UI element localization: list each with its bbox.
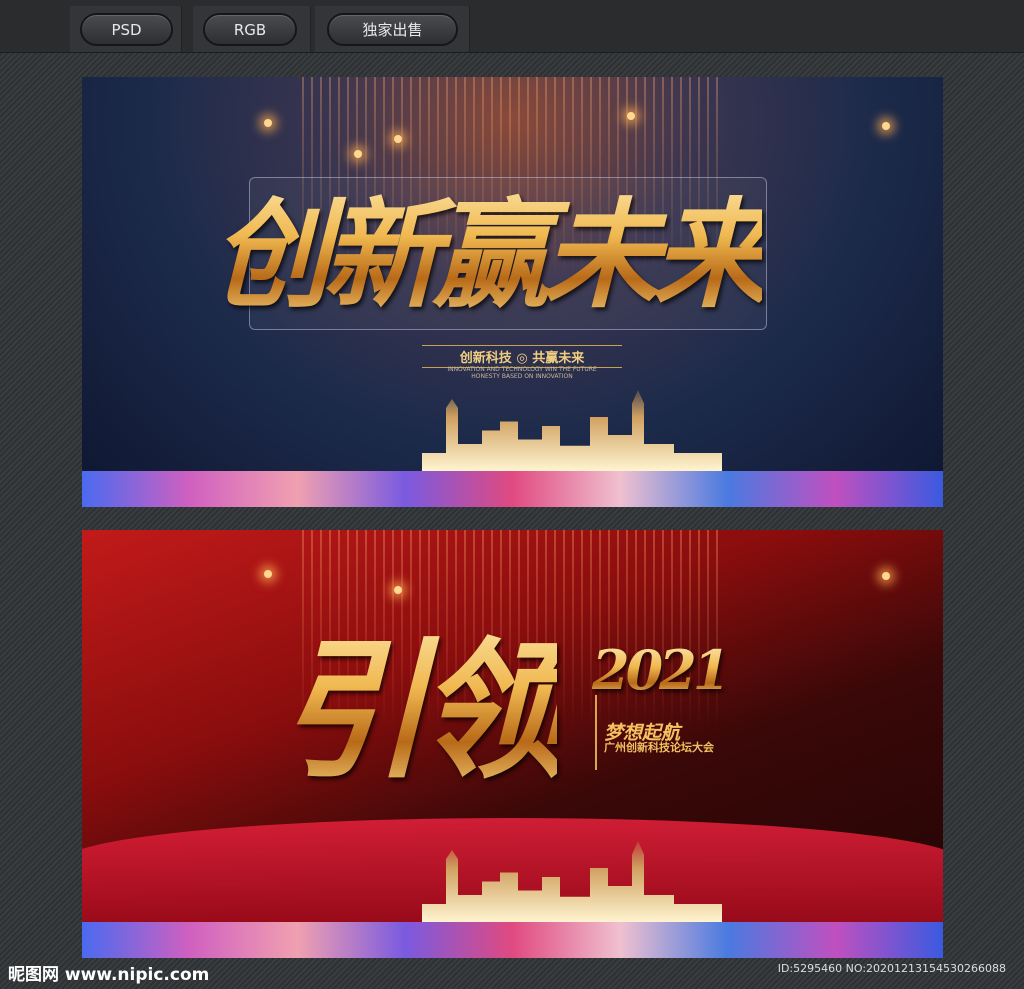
psd-button[interactable]: PSD (80, 13, 173, 46)
banner-subtitle: 创新科技 ◎ 共赢未来 (422, 345, 622, 368)
english-line-1: INNOVATION AND TECHNOLOGY WIN THE FUTURE (447, 366, 597, 373)
year-text: 2021 (592, 638, 730, 702)
image-id: ID:5295460 NO:20201213154530266088 (777, 962, 1006, 975)
light-dot (627, 112, 635, 120)
banner-title: 创新赢未来 (212, 159, 770, 330)
light-dot (394, 135, 402, 143)
banner-title: 引领 (277, 590, 567, 807)
divider-line (595, 695, 597, 770)
color-strip (82, 471, 943, 507)
toolbar: PSD RGB 独家出售 (0, 0, 1024, 53)
rgb-button[interactable]: RGB (203, 13, 297, 46)
light-dot (882, 122, 890, 130)
event-name: 广州创新科技论坛大会 (604, 741, 714, 754)
light-dot (264, 570, 272, 578)
city-skyline (422, 390, 722, 471)
light-dot (264, 119, 272, 127)
light-dot (354, 150, 362, 158)
banner-preview-blue: 创新赢未来 创新科技 ◎ 共赢未来 INNOVATION AND TECHNOL… (82, 77, 943, 507)
light-dot (882, 572, 890, 580)
nipic-logo: 昵图网 www.nipic.com (8, 965, 210, 985)
english-line-2: HONESTY BASED ON INNOVATION (471, 373, 573, 380)
banner-preview-red: 引领 2021 梦想起航 广州创新科技论坛大会 (82, 530, 943, 958)
color-strip (82, 922, 943, 958)
exclusive-sale-button[interactable]: 独家出售 (327, 13, 458, 46)
